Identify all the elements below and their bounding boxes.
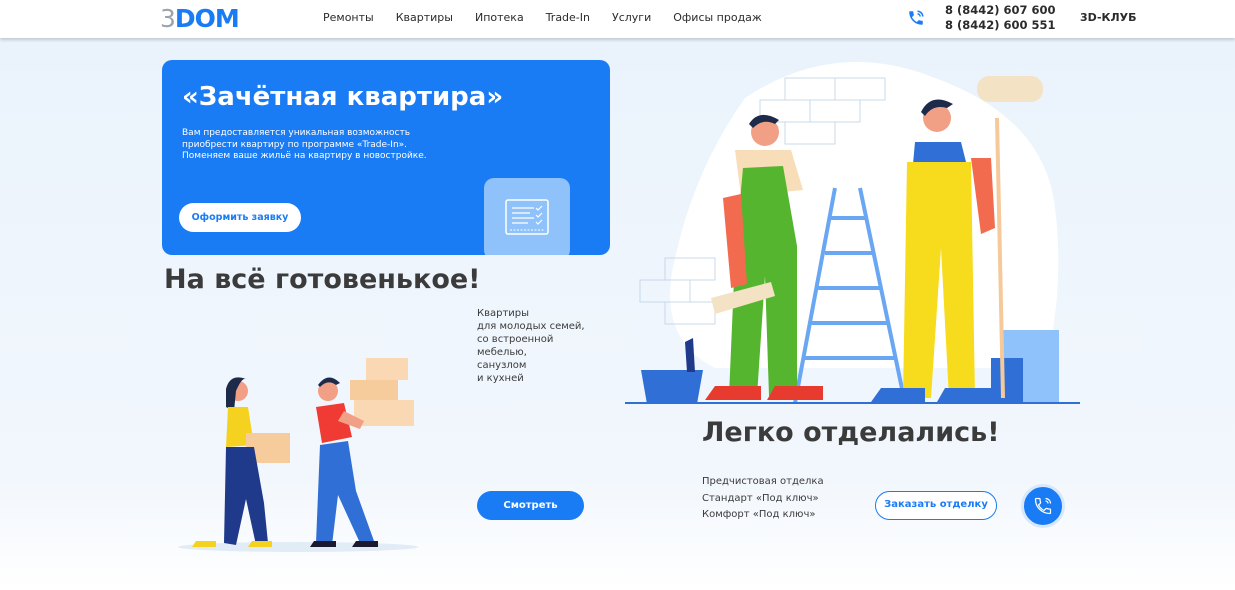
document-icon-tile <box>484 178 570 255</box>
call-icon <box>1034 497 1052 515</box>
phone-number-1[interactable]: 8 (8442) 607 600 <box>945 3 1056 18</box>
promo-text-line: приобрести квартиру по программе «Trade-… <box>182 139 408 150</box>
club-link[interactable]: 3D-КЛУБ <box>1080 11 1137 24</box>
finishing-option: Комфорт «Под ключ» <box>702 509 816 520</box>
promo-text-line: Вам предоставляется уникальная возможнос… <box>182 128 411 138</box>
promo-description: Вам предоставляется уникальная возможнос… <box>182 128 482 163</box>
nav-item-services[interactable]: Услуги <box>612 11 651 24</box>
ready-text-line: и кухней <box>477 373 524 384</box>
ready-text-line: санузлом <box>477 360 527 371</box>
phone-icon[interactable] <box>907 9 925 27</box>
phone-numbers: 8 (8442) 607 600 8 (8442) 600 551 <box>945 3 1056 33</box>
section-title-ready: На всё готовенькое! <box>164 264 481 295</box>
logo-name: DOM <box>174 4 240 33</box>
workers-illustration <box>625 62 1080 404</box>
movers-illustration <box>178 358 418 552</box>
header: 3DOM Ремонты Квартиры Ипотека Trade-In У… <box>0 0 1235 38</box>
callback-button[interactable] <box>1021 484 1065 528</box>
finishing-option: Стандарт «Под ключ» <box>702 492 819 504</box>
nav-item-trade-in[interactable]: Trade-In <box>546 11 590 24</box>
document-icon <box>505 199 549 235</box>
order-finishing-button[interactable]: Заказать отделку <box>875 491 997 520</box>
promo-title: «Зачётная квартира» <box>182 82 504 112</box>
section-title-finishing: Легко отделались! <box>702 417 1000 448</box>
ready-text-line: для молодых семей, <box>477 321 585 332</box>
view-button[interactable]: Смотреть <box>477 491 584 520</box>
logo[interactable]: 3DOM <box>160 4 240 33</box>
ready-text-line: Квартиры <box>477 308 530 319</box>
nav-item-repairs[interactable]: Ремонты <box>323 11 374 24</box>
main-nav: Ремонты Квартиры Ипотека Trade-In Услуги… <box>323 11 784 24</box>
finishing-option: Предчистовая отделка <box>702 476 824 487</box>
finishing-options: Предчистовая отделка Стандарт «Под ключ»… <box>702 474 824 524</box>
ready-text-line: со встроенной <box>477 334 554 345</box>
apply-button[interactable]: Оформить заявку <box>179 203 301 232</box>
nav-item-sales-offices[interactable]: Офисы продаж <box>673 11 762 24</box>
promo-card: «Зачётная квартира» Вам предоставляется … <box>162 60 610 255</box>
ready-text-line: мебелью, <box>477 347 527 358</box>
logo-prefix: 3 <box>160 4 176 33</box>
phone-number-2[interactable]: 8 (8442) 600 551 <box>945 18 1056 33</box>
promo-text-line: Поменяем ваше жильё на квартиру в новост… <box>182 151 427 161</box>
nav-item-mortgage[interactable]: Ипотека <box>475 11 524 24</box>
ready-description: Квартиры для молодых семей, со встроенно… <box>477 307 585 385</box>
nav-item-apartments[interactable]: Квартиры <box>396 11 453 24</box>
